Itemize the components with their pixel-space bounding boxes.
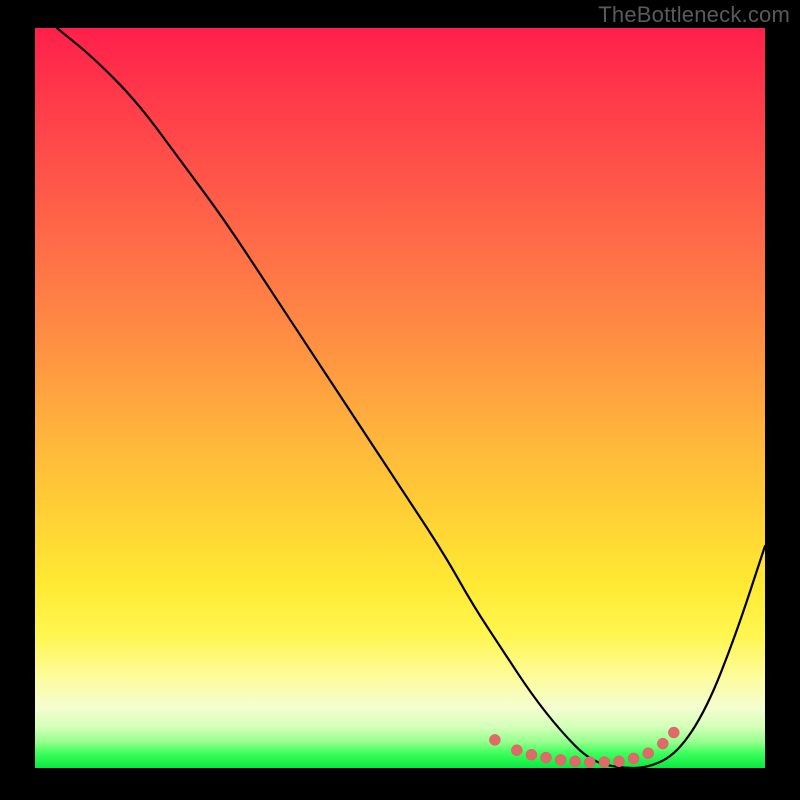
marker-dot: [584, 757, 595, 768]
marker-dot: [489, 734, 500, 745]
marker-dot: [541, 752, 552, 763]
marker-dot: [570, 756, 581, 767]
chart-container: TheBottleneck.com: [0, 0, 800, 800]
bottleneck-curve: [57, 28, 765, 768]
watermark-text: TheBottleneck.com: [598, 2, 790, 28]
marker-dot: [643, 748, 654, 759]
marker-dot: [614, 756, 625, 767]
marker-dot: [511, 745, 522, 756]
marker-dot: [668, 727, 679, 738]
marker-dot: [657, 738, 668, 749]
marker-dot: [526, 749, 537, 760]
plot-area: [35, 28, 765, 768]
marker-dot: [628, 753, 639, 764]
optimal-range-dots: [489, 727, 679, 768]
chart-svg: [35, 28, 765, 768]
marker-dot: [599, 757, 610, 768]
marker-dot: [555, 754, 566, 765]
